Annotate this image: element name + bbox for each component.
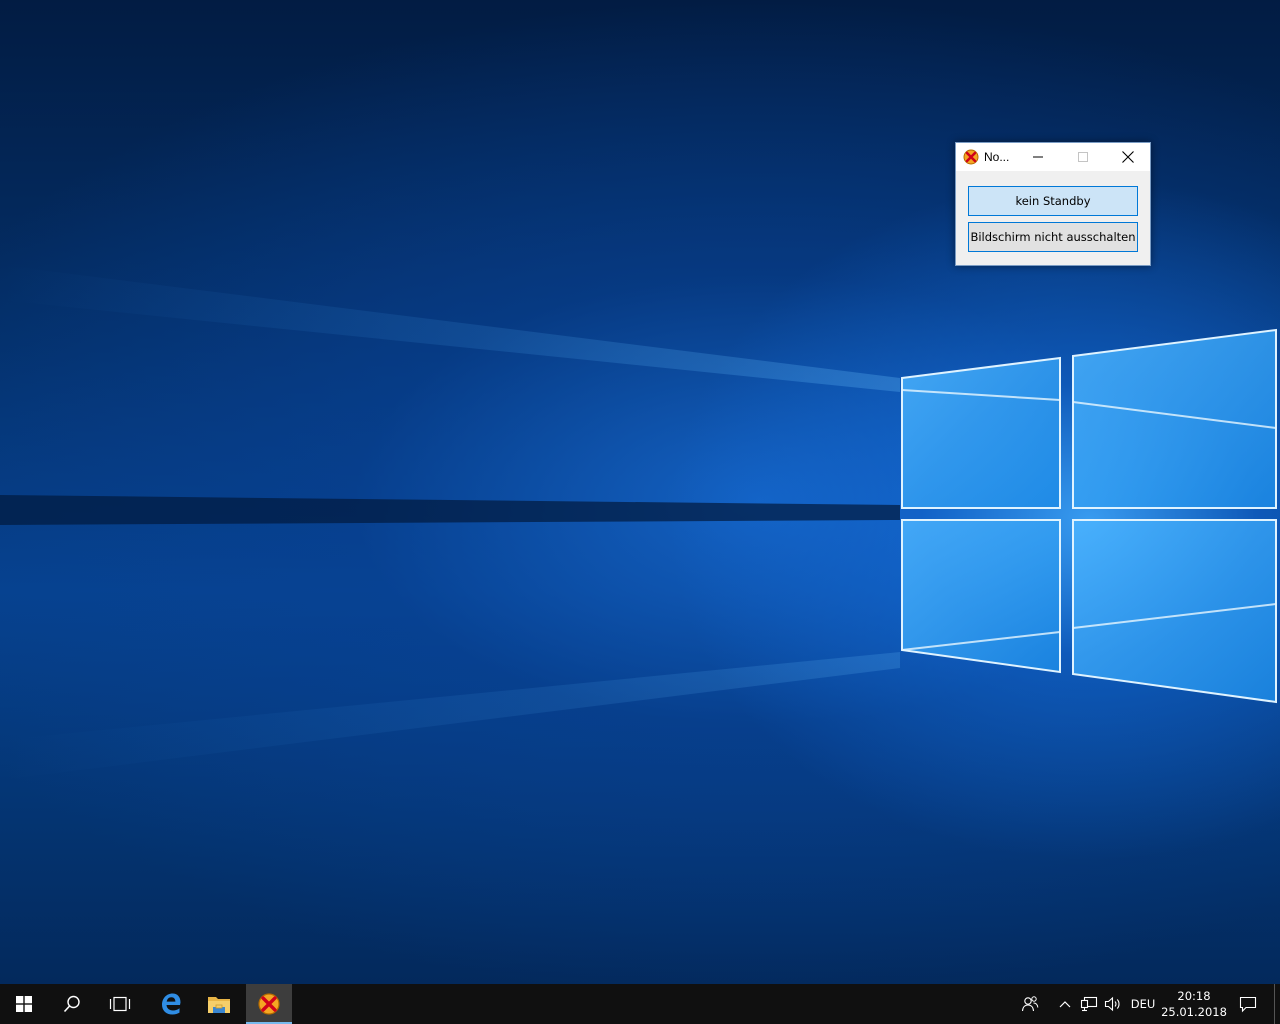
- maximize-button[interactable]: [1060, 143, 1106, 171]
- clock[interactable]: 20:18 25.01.2018: [1161, 984, 1227, 1024]
- task-view-icon: [109, 996, 131, 1012]
- title-bar[interactable]: No...: [956, 143, 1150, 171]
- search-icon: [63, 995, 80, 1013]
- show-desktop-button[interactable]: [1274, 984, 1280, 1024]
- start-button[interactable]: [0, 984, 48, 1024]
- task-view-button[interactable]: [96, 984, 144, 1024]
- taskbar-edge[interactable]: [148, 984, 194, 1024]
- input-language[interactable]: DEU: [1128, 984, 1158, 1024]
- chevron-up-icon: [1059, 1001, 1071, 1008]
- clock-date: 25.01.2018: [1161, 1005, 1227, 1019]
- app-icon: [963, 149, 979, 165]
- file-explorer-icon: [208, 997, 230, 1013]
- no-standby-button[interactable]: kein Standby: [968, 186, 1138, 216]
- clock-time: 20:18: [1177, 989, 1211, 1003]
- people-icon: [1021, 996, 1039, 1012]
- window-body: kein Standby Bildschirm nicht ausschalte…: [956, 171, 1150, 252]
- network-icon: [1080, 996, 1098, 1012]
- window-title: No...: [984, 150, 1010, 164]
- windows-start-icon: [16, 996, 32, 1012]
- action-center-button[interactable]: [1234, 984, 1262, 1024]
- taskbar-file-explorer[interactable]: [196, 984, 242, 1024]
- taskbar-active-app[interactable]: [246, 984, 292, 1024]
- show-hidden-icons-button[interactable]: [1055, 984, 1075, 1024]
- volume-icon: [1104, 996, 1120, 1012]
- taskbar: DEU 20:18 25.01.2018: [0, 984, 1280, 1024]
- network-button[interactable]: [1078, 984, 1100, 1024]
- no-screen-off-button[interactable]: Bildschirm nicht ausschalten: [968, 222, 1138, 252]
- minimize-icon: [1033, 156, 1043, 158]
- people-button[interactable]: [1016, 984, 1044, 1024]
- app-icon: [258, 993, 280, 1015]
- search-button[interactable]: [48, 984, 96, 1024]
- app-window: No... kein Standby Bildschirm nicht auss…: [955, 142, 1151, 266]
- close-icon: [1121, 151, 1134, 163]
- maximize-icon: [1078, 152, 1088, 162]
- volume-button[interactable]: [1102, 984, 1124, 1024]
- minimize-button[interactable]: [1015, 143, 1061, 171]
- action-center-icon: [1239, 996, 1257, 1013]
- close-button[interactable]: [1105, 143, 1150, 171]
- edge-icon: [162, 993, 181, 1015]
